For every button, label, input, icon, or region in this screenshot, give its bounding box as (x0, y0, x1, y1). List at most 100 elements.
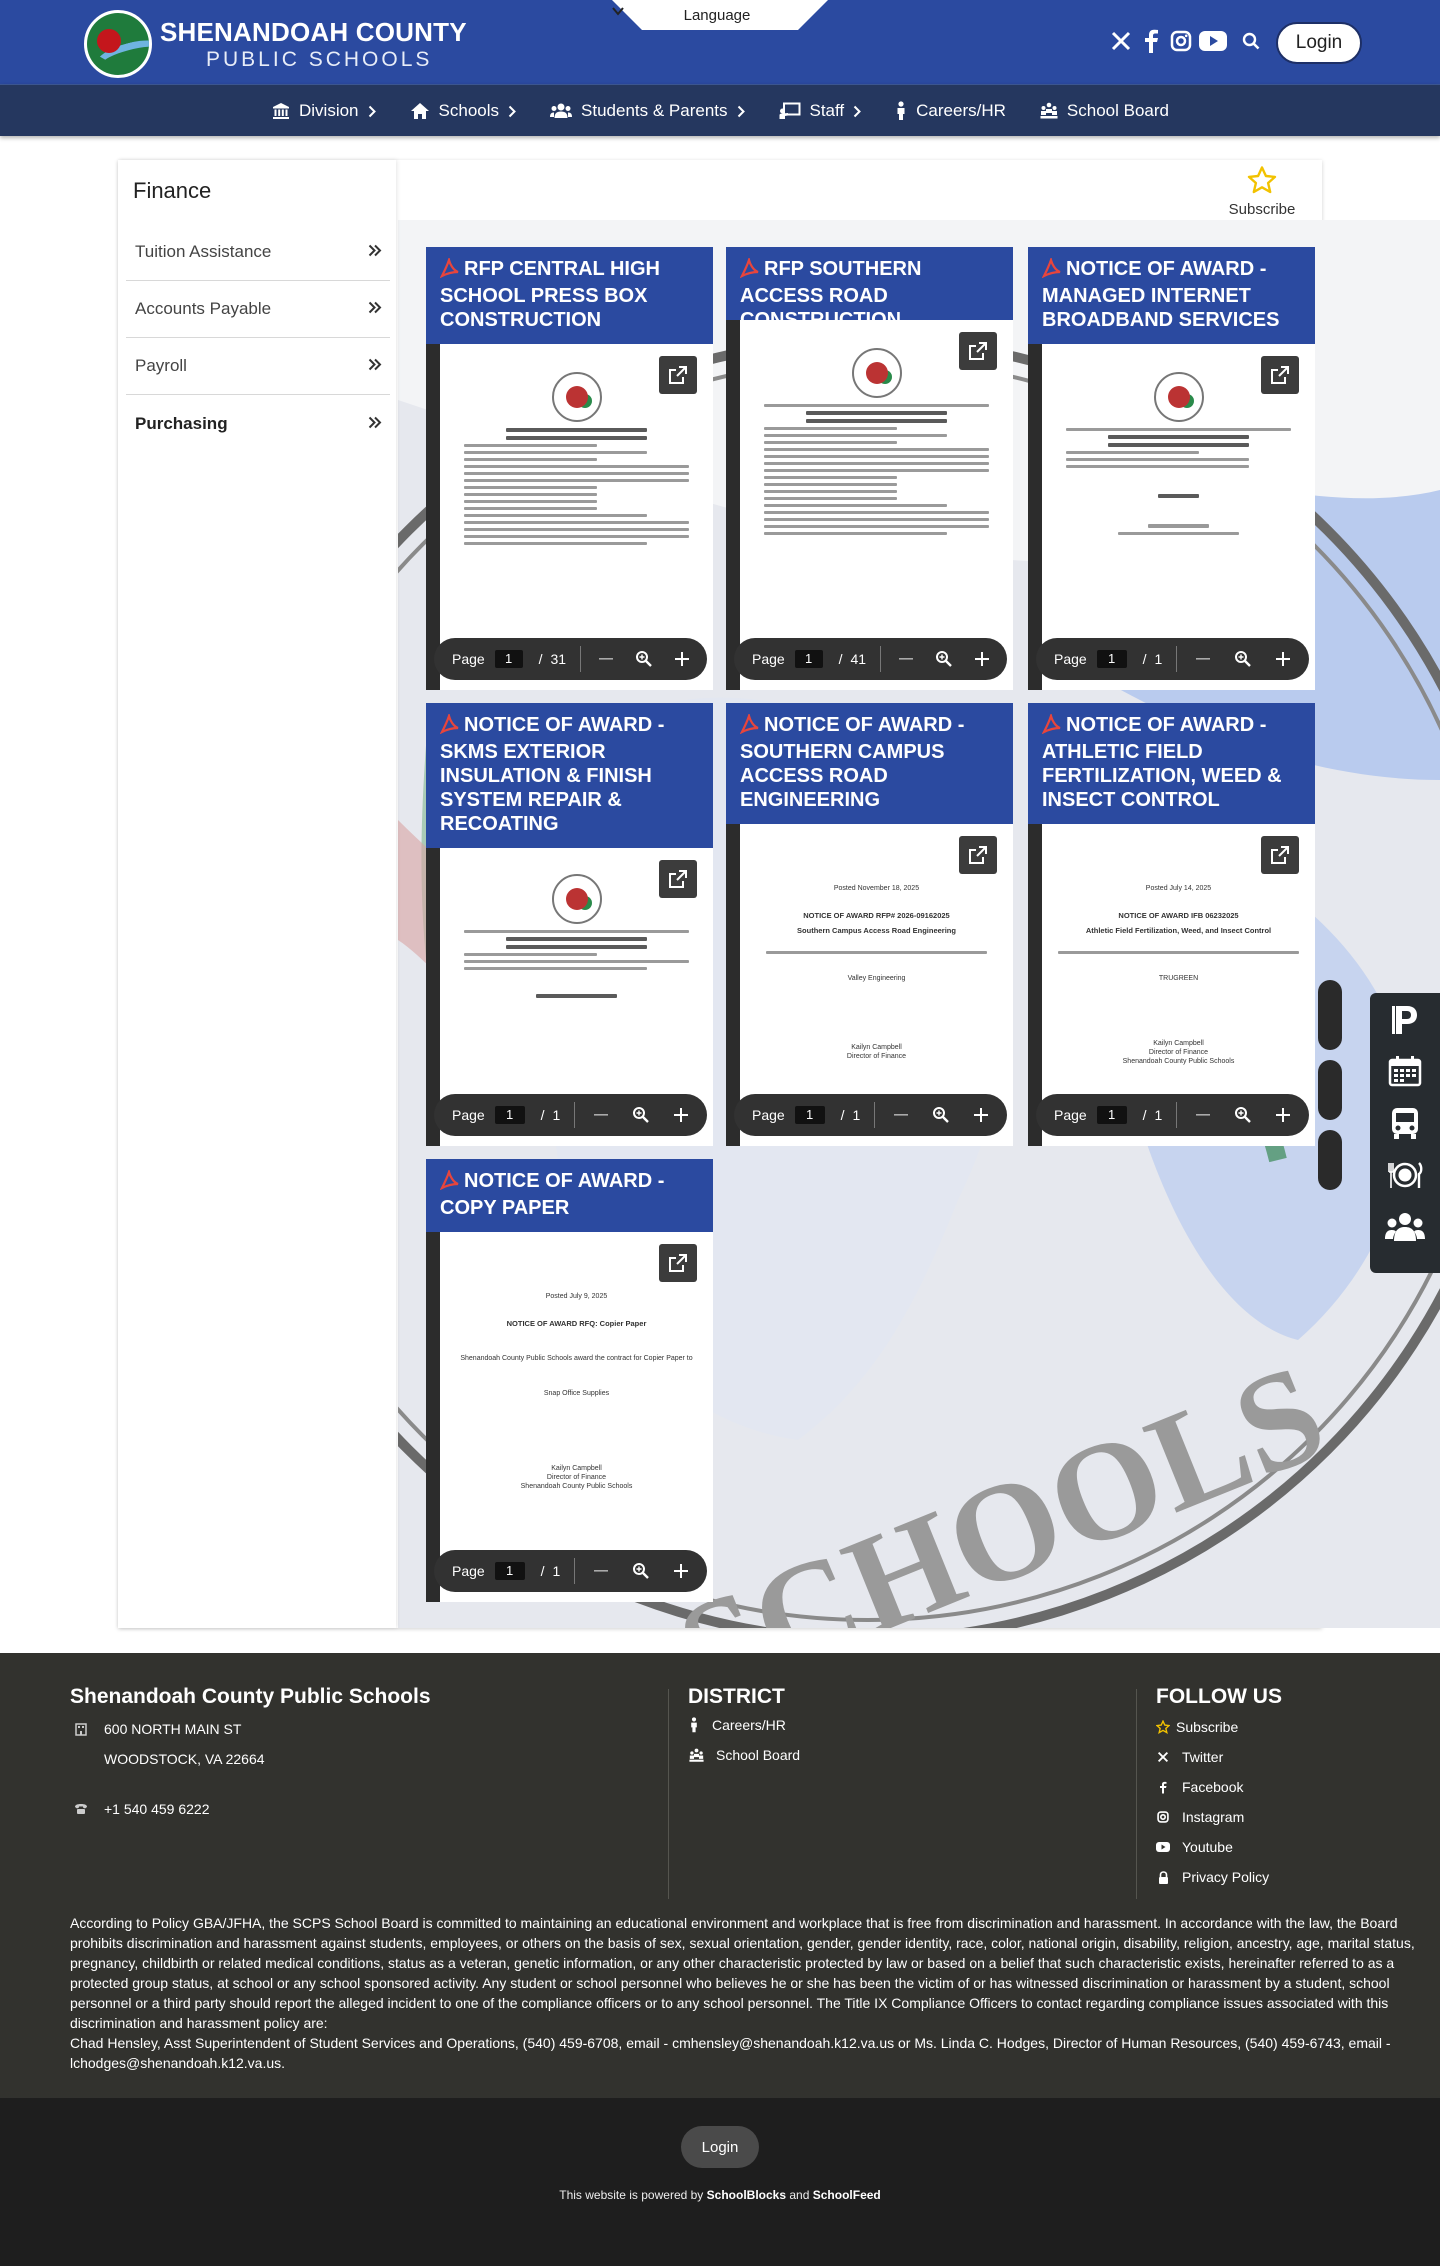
zoom-in-icon[interactable] (969, 651, 995, 667)
zoom-out-icon[interactable] (593, 658, 619, 660)
pdf-scrollbar[interactable] (1028, 824, 1042, 1146)
zoom-fit-icon[interactable] (1229, 650, 1257, 668)
sidebar-item-accounts-payable[interactable]: Accounts Payable (126, 281, 390, 338)
zoom-in-icon[interactable] (667, 1107, 695, 1123)
bottom-bar: Login This website is powered by SchoolB… (0, 2098, 1440, 2266)
page-label: Page (752, 1107, 785, 1123)
pdf-scrollbar[interactable] (726, 824, 740, 1146)
nav-item-division[interactable]: Division (272, 101, 376, 121)
login-button[interactable]: Login (1276, 22, 1362, 64)
pdf-scrollbar[interactable] (726, 320, 740, 690)
logo-line-2: PUBLIC SCHOOLS (206, 47, 433, 71)
page-number-input[interactable]: 1 (1096, 1106, 1127, 1124)
zoom-out-icon[interactable] (587, 1570, 615, 1572)
zoom-out-icon[interactable] (1189, 658, 1217, 660)
pdf-scrollbar[interactable] (426, 344, 440, 690)
zoom-fit-icon[interactable] (931, 650, 957, 668)
document-card-title[interactable]: NOTICE OF AWARD - MANAGED INTERNET BROAD… (1028, 247, 1315, 344)
x-twitter-icon[interactable] (1108, 28, 1134, 54)
footer-link-subscribe[interactable]: Subscribe (1156, 1719, 1238, 1735)
footer-link-twitter[interactable]: Twitter (1156, 1749, 1223, 1765)
nav-item-schools[interactable]: Schools (410, 101, 516, 121)
parentsquare-icon[interactable] (1370, 993, 1440, 1045)
document-card-title[interactable]: RFP CENTRAL HIGH SCHOOL PRESS BOX CONSTR… (426, 247, 713, 344)
site-header: SHENANDOAH COUNTY PUBLIC SCHOOLS Languag… (0, 0, 1440, 84)
page-label: Page (1054, 651, 1087, 667)
doc-heading: NOTICE OF AWARD RFP# 2026-09162025 (803, 911, 950, 920)
page-number-input[interactable]: 1 (794, 1106, 825, 1124)
calendar-icon[interactable] (1370, 1045, 1440, 1097)
site-logo[interactable]: SHENANDOAH COUNTY PUBLIC SCHOOLS (84, 10, 467, 78)
youtube-icon[interactable] (1198, 28, 1228, 54)
sidebar-item-purchasing[interactable]: Purchasing (126, 395, 390, 452)
dining-plate-icon[interactable] (1370, 1149, 1440, 1201)
document-card-title[interactable]: NOTICE OF AWARD - ATHLETIC FIELD FERTILI… (1028, 703, 1315, 824)
footer-link-facebook[interactable]: Facebook (1156, 1779, 1243, 1795)
pdf-viewer[interactable]: Posted July 9, 2025 NOTICE OF AWARD RFQ:… (426, 1232, 713, 1602)
document-card-title[interactable]: NOTICE OF AWARD - SKMS EXTERIOR INSULATI… (426, 703, 713, 848)
pdf-viewer[interactable]: Page 1 / 1 (426, 848, 713, 1146)
search-icon[interactable] (1242, 32, 1260, 55)
zoom-in-icon[interactable] (967, 1107, 995, 1123)
zoom-out-icon[interactable] (893, 658, 919, 660)
instagram-icon[interactable] (1168, 28, 1194, 54)
home-icon (410, 102, 430, 120)
nav-item-students-parents[interactable]: Students & Parents (550, 101, 745, 121)
zoom-fit-icon[interactable] (1229, 1106, 1257, 1124)
document-card-title[interactable]: NOTICE OF AWARD - COPY PAPER (426, 1159, 713, 1232)
powered-by-schoolblocks-link[interactable]: SchoolBlocks (707, 2188, 786, 2202)
page-total: 1 (852, 1107, 861, 1123)
open-external-icon[interactable] (959, 836, 997, 874)
document-card-title[interactable]: RFP SOUTHERN ACCESS ROAD CONSTRUCTION (726, 247, 1013, 331)
zoom-out-icon[interactable] (1189, 1114, 1217, 1116)
footer-link-instagram[interactable]: Instagram (1156, 1809, 1244, 1825)
community-group-icon[interactable] (1370, 1201, 1440, 1253)
zoom-in-icon[interactable] (1269, 651, 1297, 667)
open-external-icon[interactable] (1261, 836, 1299, 874)
footer-link-privacy-policy[interactable]: Privacy Policy (1156, 1869, 1269, 1885)
nav-item-school-board[interactable]: School Board (1040, 101, 1169, 121)
pdf-viewer[interactable]: Posted July 14, 2025 NOTICE OF AWARD IFB… (1028, 824, 1315, 1146)
zoom-in-icon[interactable] (1269, 1107, 1297, 1123)
zoom-out-icon[interactable] (887, 1114, 915, 1116)
sidebar-item-payroll[interactable]: Payroll (126, 338, 390, 395)
footer-phone[interactable]: +1 540 459 6222 (104, 1801, 210, 1817)
pdf-page-preview: Posted July 9, 2025 NOTICE OF AWARD RFQ:… (446, 1286, 707, 1497)
pdf-scrollbar[interactable] (426, 1232, 440, 1602)
subscribe-button[interactable]: Subscribe (1222, 166, 1302, 218)
school-bus-icon[interactable] (1370, 1097, 1440, 1149)
pdf-viewer[interactable]: Page 1 / 41 (726, 320, 1013, 690)
footer-link-school-board[interactable]: School Board (688, 1747, 800, 1763)
zoom-fit-icon[interactable] (927, 1106, 955, 1124)
document-title: NOTICE OF AWARD - COPY PAPER (440, 1170, 665, 1219)
zoom-in-icon[interactable] (667, 1563, 695, 1579)
language-selector[interactable]: Language (612, 0, 828, 30)
zoom-fit-icon[interactable] (627, 1562, 655, 1580)
nav-item-staff[interactable]: Staff (779, 101, 862, 121)
page-number-input[interactable]: 1 (494, 1562, 525, 1580)
powered-by-schoolfeed-link[interactable]: SchoolFeed (813, 2188, 881, 2202)
pdf-viewer[interactable]: Page 1 / 31 (426, 344, 713, 690)
pdf-scrollbar[interactable] (1028, 344, 1042, 690)
zoom-fit-icon[interactable] (631, 650, 657, 668)
document-card-title[interactable]: NOTICE OF AWARD - SOUTHERN CAMPUS ACCESS… (726, 703, 1013, 824)
pdf-viewer[interactable]: Page 1 / 1 (1028, 344, 1315, 690)
footer-link-youtube[interactable]: Youtube (1156, 1839, 1233, 1855)
facebook-icon[interactable] (1138, 28, 1164, 54)
open-external-icon[interactable] (659, 1244, 697, 1282)
page-number-input[interactable]: 1 (1096, 650, 1127, 668)
page-number-input[interactable]: 1 (794, 650, 823, 668)
zoom-out-icon[interactable] (587, 1114, 615, 1116)
double-chevron-right-icon (368, 356, 382, 376)
nav-item-careers-hr[interactable]: Careers/HR (895, 101, 1006, 121)
page-number-input[interactable]: 1 (494, 1106, 525, 1124)
footer-login-button[interactable]: Login (681, 2126, 759, 2168)
page-number-input[interactable]: 1 (494, 650, 523, 668)
footer-address-line-1: 600 NORTH MAIN ST (104, 1721, 242, 1737)
zoom-fit-icon[interactable] (627, 1106, 655, 1124)
pdf-viewer[interactable]: Posted November 18, 2025 NOTICE OF AWARD… (726, 824, 1013, 1146)
footer-link-careers-hr[interactable]: Careers/HR (688, 1717, 786, 1733)
sidebar-item-label: Tuition Assistance (135, 242, 272, 261)
sidebar-item-tuition-assistance[interactable]: Tuition Assistance (126, 224, 390, 281)
zoom-in-icon[interactable] (669, 651, 695, 667)
